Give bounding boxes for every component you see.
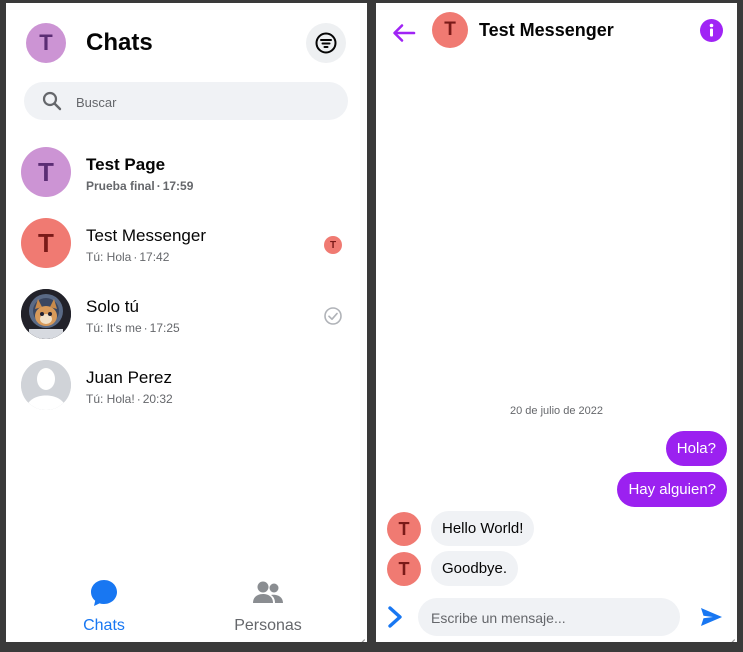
- conversation-window: T Test Messenger 20 de julio de 2022 Hol…: [376, 3, 737, 642]
- search-icon: [42, 91, 62, 111]
- chat-bubble-icon: [91, 580, 117, 606]
- avatar: [21, 289, 71, 339]
- contact-name[interactable]: Test Messenger: [479, 20, 614, 41]
- contact-avatar[interactable]: T: [432, 12, 468, 48]
- send-icon[interactable]: [699, 605, 723, 629]
- sender-avatar: T: [387, 552, 421, 586]
- back-arrow-icon[interactable]: [390, 19, 418, 47]
- chat-time: 17:59: [162, 179, 194, 193]
- avatar: T: [21, 147, 71, 197]
- chat-list-item[interactable]: Juan Perez Tú: Hola! · 20:32: [6, 352, 367, 422]
- nav-people[interactable]: Personas: [203, 578, 333, 635]
- chat-name: Juan Perez: [86, 368, 172, 387]
- chat-time: 20:32: [142, 392, 173, 406]
- profile-avatar[interactable]: T: [26, 23, 66, 63]
- default-user-icon: [21, 360, 71, 410]
- sender-avatar: T: [387, 512, 421, 546]
- filter-button[interactable]: [306, 23, 346, 63]
- date-separator: 20 de julio de 2022: [510, 405, 603, 417]
- message-bubble-incoming: Goodbye.: [431, 551, 519, 586]
- chats-window: T Chats T Test Page Prueba final·17:59 T…: [6, 3, 367, 642]
- search-input[interactable]: [74, 88, 338, 116]
- chat-preview: Tú: Hola! · 20:32: [86, 392, 173, 406]
- info-icon: [709, 23, 714, 37]
- filter-icon: [315, 32, 337, 54]
- nav-chats[interactable]: Chats: [39, 578, 169, 635]
- avatar: [21, 360, 71, 410]
- chat-preview: Tú: Hola · 17:42: [86, 250, 170, 264]
- chat-list-item[interactable]: T Test Page Prueba final · 17:59: [6, 139, 367, 209]
- resize-grip-icon[interactable]: [723, 628, 735, 640]
- chat-list-item[interactable]: Solo tú Tú: It's me · 17:25: [6, 281, 367, 351]
- chat-preview: Tú: It's me · 17:25: [86, 321, 180, 335]
- search-bar[interactable]: [24, 82, 348, 120]
- chat-name: Solo tú: [86, 297, 139, 316]
- avatar: T: [21, 218, 71, 268]
- people-icon: [253, 581, 283, 603]
- resize-grip-icon[interactable]: [353, 628, 365, 640]
- nav-people-label: Personas: [234, 617, 302, 634]
- page-title: Chats: [86, 29, 153, 56]
- nav-chats-label: Chats: [83, 617, 125, 634]
- chat-time: 17:42: [139, 250, 170, 264]
- chat-list-item[interactable]: T Test Messenger Tú: Hola · 17:42 T: [6, 210, 367, 280]
- chat-time: 17:25: [149, 321, 180, 335]
- chevron-right-icon[interactable]: [384, 605, 406, 629]
- seen-avatar-icon: T: [324, 236, 342, 254]
- delivered-check-icon: [324, 307, 342, 325]
- chat-name: Test Messenger: [86, 226, 206, 245]
- cat-photo-icon: [21, 289, 71, 339]
- message-bubble-outgoing: Hay alguien?: [617, 472, 727, 507]
- info-button[interactable]: [700, 19, 723, 42]
- message-bubble-outgoing: Hola?: [665, 431, 727, 466]
- message-composer[interactable]: [418, 598, 680, 636]
- message-bubble-incoming: Hello World!: [431, 511, 535, 546]
- message-input[interactable]: [429, 604, 668, 632]
- chat-preview: Prueba final · 17:59: [86, 179, 194, 193]
- chat-name: Test Page: [86, 155, 166, 174]
